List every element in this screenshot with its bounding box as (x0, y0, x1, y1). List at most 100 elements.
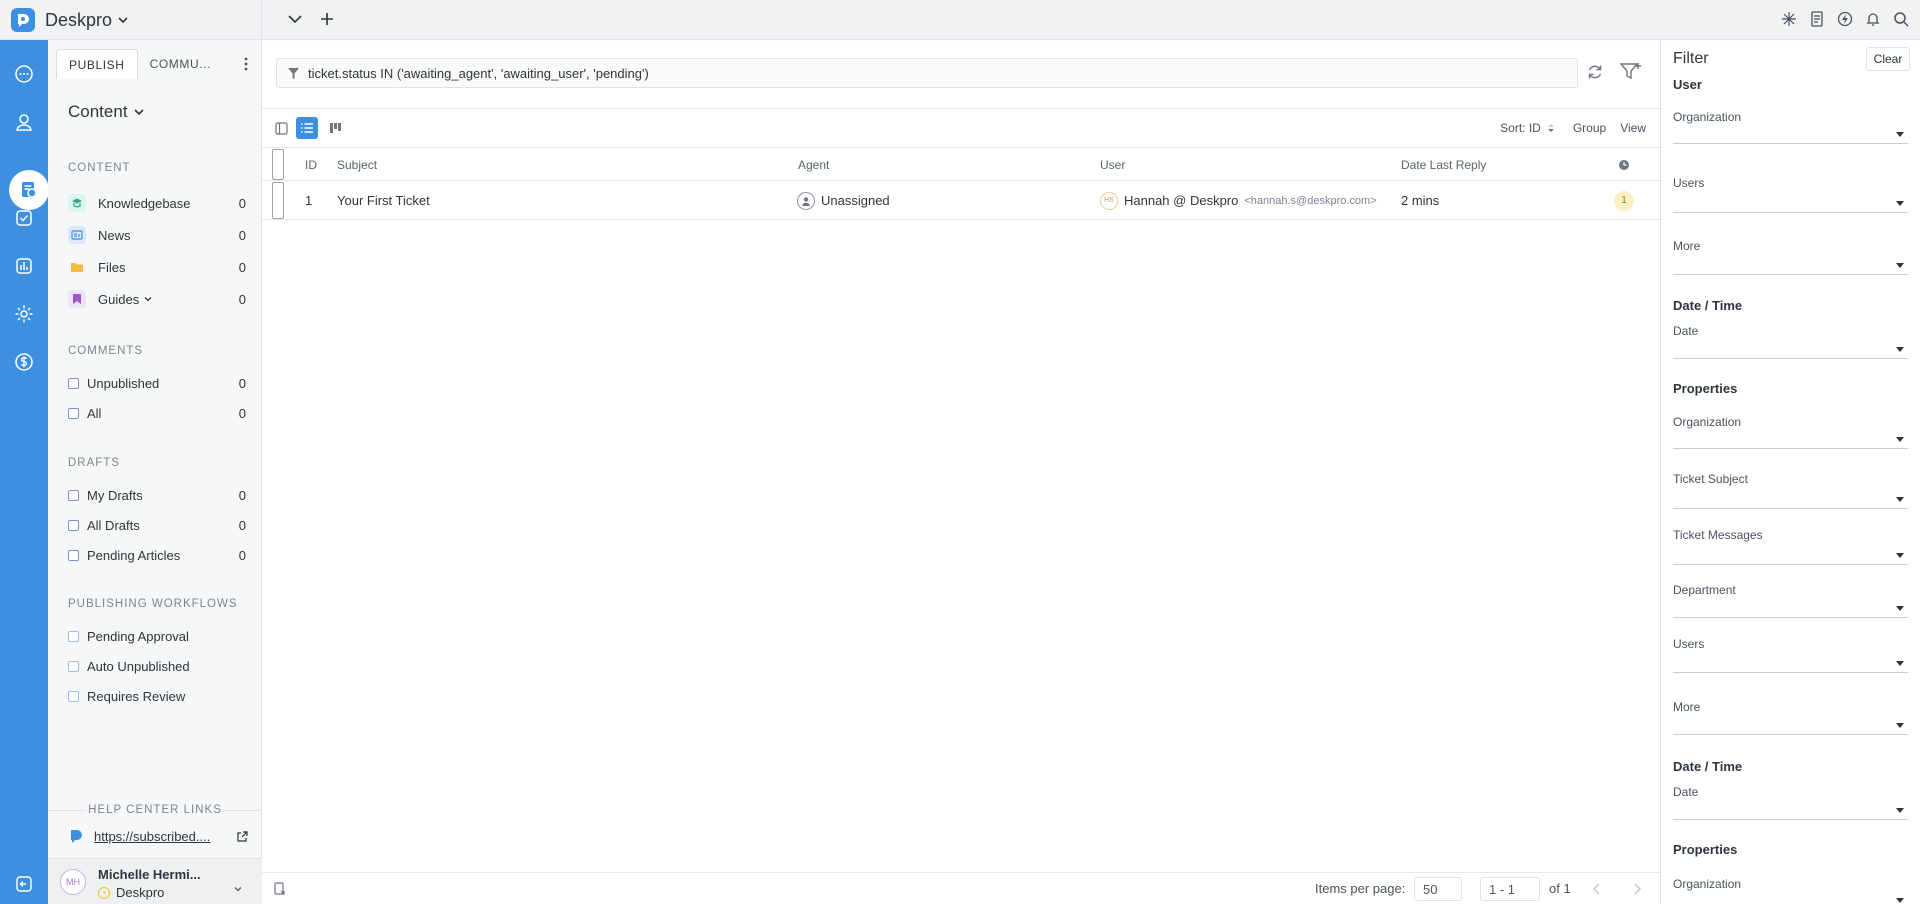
sort-label: Sort: ID (1500, 121, 1541, 135)
sparkle-icon[interactable] (1780, 10, 1798, 28)
checkbox[interactable] (68, 660, 79, 672)
help-center-link[interactable]: https://subscribed.... (68, 826, 248, 846)
refresh-icon[interactable] (1586, 63, 1604, 81)
status-away-icon (98, 886, 110, 899)
toggle-sidebar-icon[interactable] (270, 117, 292, 139)
section-heading-comments: COMMENTS (68, 345, 144, 357)
ticket-messages-select[interactable] (1673, 547, 1908, 565)
date-last-reply: 2 mins (1401, 193, 1440, 208)
collapse-sidebar-icon[interactable] (12, 872, 36, 896)
filter-query-bar[interactable]: ticket.status IN ('awaiting_agent', 'awa… (276, 58, 1578, 88)
view-button[interactable]: View (1620, 121, 1646, 135)
sidebar-item-files[interactable]: Files 0 (68, 255, 246, 279)
checkbox[interactable] (68, 630, 79, 642)
checkbox[interactable] (68, 690, 79, 702)
organization-select[interactable] (1673, 126, 1908, 144)
checkbox[interactable] (68, 549, 79, 561)
field-label-date: Date (1673, 785, 1699, 799)
checkbox[interactable] (68, 377, 79, 389)
section-heading-content: CONTENT (68, 162, 131, 174)
user-icon[interactable] (12, 110, 36, 134)
sidebar-item-news[interactable]: News 0 (68, 223, 246, 247)
item-count: 0 (238, 405, 246, 421)
column-date-last-reply[interactable]: Date Last Reply (1401, 149, 1486, 180)
sidebar-item-all-drafts[interactable]: All Drafts 0 (68, 513, 246, 537)
ticket-subject-select[interactable] (1673, 491, 1908, 509)
collapse-tabs-icon[interactable] (286, 10, 304, 28)
more-select[interactable] (1673, 717, 1908, 735)
column-user[interactable]: User (1100, 149, 1125, 180)
search-icon[interactable] (1892, 10, 1910, 28)
tab-community[interactable]: COMMU... (138, 49, 223, 79)
kanban-view-icon[interactable] (324, 117, 346, 139)
field-label-department: Department (1673, 583, 1736, 597)
document-icon[interactable] (1808, 10, 1826, 28)
sidebar-item-guides[interactable]: Guides 0 (68, 287, 246, 311)
sidebar-item-unpublished[interactable]: Unpublished 0 (68, 371, 246, 395)
organization-select[interactable] (1673, 431, 1908, 449)
ticket-agent[interactable]: Unassigned (797, 182, 890, 219)
field-label-date: Date (1673, 324, 1699, 338)
publish-icon[interactable] (9, 170, 49, 210)
ticket-subject[interactable]: Your First Ticket (337, 182, 430, 219)
sidebar-item-label: My Drafts (87, 487, 143, 503)
tab-community-label: COMMU... (149, 57, 212, 71)
tab-publish[interactable]: PUBLISH (56, 49, 138, 79)
sidebar-item-label: Requires Review (87, 688, 186, 704)
checkbox[interactable] (68, 407, 79, 419)
items-per-page-input[interactable]: 50 (1414, 877, 1462, 901)
bell-icon[interactable] (1864, 10, 1882, 28)
chevron-down-icon[interactable] (234, 885, 242, 893)
date-select[interactable] (1673, 802, 1908, 820)
field-label-more: More (1673, 700, 1701, 714)
export-icon[interactable] (274, 882, 286, 896)
chevron-down-icon[interactable] (144, 295, 152, 303)
current-user[interactable]: MH Michelle Hermi... Deskpro (48, 858, 262, 904)
lightning-icon[interactable] (1836, 10, 1854, 28)
list-view-icon[interactable] (296, 117, 318, 139)
users-select[interactable] (1673, 195, 1908, 213)
sort-control[interactable]: Sort: ID (1500, 121, 1555, 135)
checkbox[interactable] (68, 489, 79, 501)
billing-dollar-icon[interactable] (12, 350, 36, 374)
list-toolbar: Sort: ID Group View (262, 108, 1660, 148)
page-range-input[interactable]: 1 - 1 (1480, 877, 1540, 901)
filter-panel: Filter Clear User Organization Users Mor… (1660, 40, 1920, 904)
checkbox[interactable] (68, 519, 79, 531)
users-select[interactable] (1673, 655, 1908, 673)
filter-query-text: ticket.status IN ('awaiting_agent', 'awa… (308, 65, 649, 81)
table-row[interactable]: 1 Your First Ticket Unassigned HS Hannah… (262, 182, 1660, 220)
sidebar-item-pending-articles[interactable]: Pending Articles 0 (68, 543, 246, 567)
next-page-icon[interactable] (1632, 883, 1642, 895)
prev-page-icon[interactable] (1592, 883, 1602, 895)
filter-settings-icon[interactable] (1620, 62, 1642, 82)
group-button[interactable]: Group (1573, 121, 1606, 135)
content-title[interactable]: Content (68, 102, 144, 122)
department-select[interactable] (1673, 600, 1908, 618)
date-select[interactable] (1673, 341, 1908, 359)
help-center-url[interactable]: https://subscribed.... (94, 829, 210, 844)
sidebar-item-my-drafts[interactable]: My Drafts 0 (68, 483, 246, 507)
clear-button[interactable]: Clear (1866, 47, 1910, 71)
brand-switcher[interactable]: Deskpro (0, 0, 262, 40)
column-subject[interactable]: Subject (337, 149, 377, 180)
column-id[interactable]: ID (305, 149, 317, 180)
column-agent[interactable]: Agent (798, 149, 829, 180)
tasks-icon[interactable] (12, 206, 36, 230)
sidebar-item-knowledgebase[interactable]: Knowledgebase 0 (68, 191, 246, 215)
sidebar-item-requires-review[interactable]: Requires Review (68, 684, 246, 708)
reports-icon[interactable] (12, 254, 36, 278)
sidebar-item-all-comments[interactable]: All 0 (68, 401, 246, 425)
new-tab-plus-icon[interactable] (318, 10, 336, 28)
sidebar-item-pending-approval[interactable]: Pending Approval (68, 624, 246, 648)
ticket-user[interactable]: HS Hannah @ Deskpro <hannah.s@deskpro.co… (1100, 182, 1377, 219)
more-select[interactable] (1673, 257, 1908, 275)
more-vertical-icon[interactable] (238, 57, 254, 71)
chat-icon[interactable] (12, 62, 36, 86)
organization-select[interactable] (1673, 892, 1908, 904)
settings-gear-icon[interactable] (12, 302, 36, 326)
external-link-icon[interactable] (237, 830, 248, 842)
sidebar-item-auto-unpublished[interactable]: Auto Unpublished (68, 654, 246, 678)
brand-name: Deskpro (45, 9, 113, 30)
clock-icon[interactable] (1618, 149, 1630, 180)
